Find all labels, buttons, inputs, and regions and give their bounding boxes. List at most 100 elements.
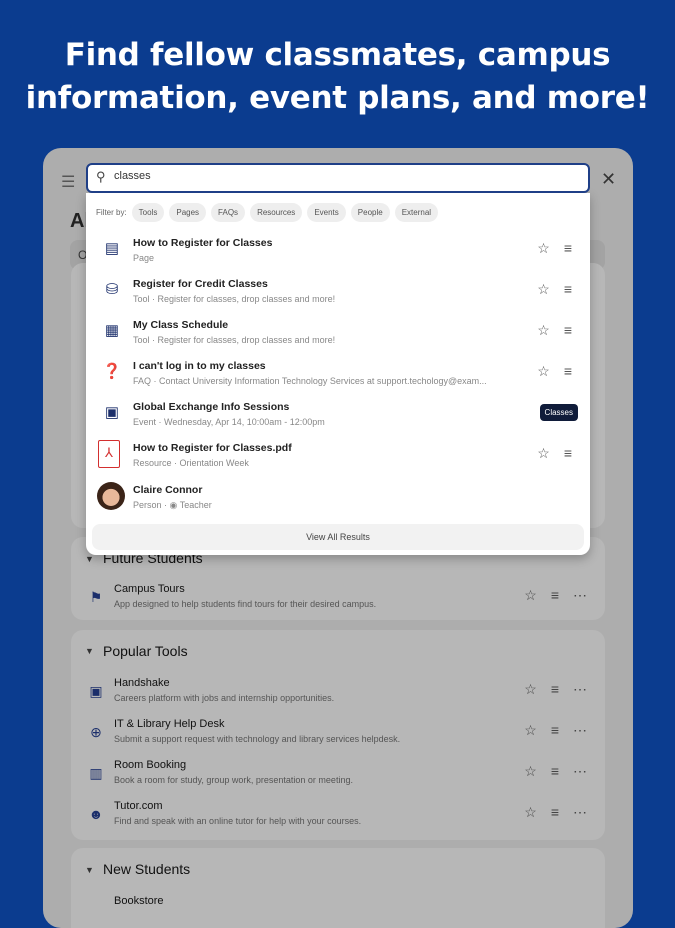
pdf-icon: ⅄ — [98, 440, 120, 468]
more-icon[interactable]: ⋯ — [573, 587, 587, 604]
caret-icon[interactable]: ▼ — [85, 554, 94, 564]
avatar — [97, 482, 125, 510]
item-title: Campus Tours — [114, 583, 185, 595]
search-result[interactable]: ❓ I can't log in to my classes FAQ · Conta… — [86, 352, 590, 393]
result-title: My Class Schedule — [133, 319, 229, 331]
list-item[interactable]: Bookstore — [71, 893, 605, 928]
list-item[interactable]: ⚑ Campus Tours App designed to help stud… — [71, 581, 605, 621]
section-title: New Students — [103, 861, 191, 877]
caret-icon[interactable]: ▼ — [85, 646, 94, 656]
star-icon[interactable]: ☆ — [524, 763, 537, 780]
filter-chip-people[interactable]: People — [350, 203, 390, 222]
result-title: I can't log in to my classes — [133, 360, 266, 372]
item-title: Tutor.com — [114, 800, 163, 812]
result-title: How to Register for Classes.pdf — [133, 442, 292, 454]
list-item[interactable]: ▥ Room Booking Book a room for study, grou… — [71, 757, 605, 797]
list-item[interactable]: ⊕ IT & Library Help Desk Submit a support … — [71, 716, 605, 756]
filter-chip-resources[interactable]: Resources — [250, 203, 303, 222]
star-icon[interactable]: ☆ — [537, 445, 550, 462]
star-icon[interactable]: ☆ — [524, 587, 537, 604]
section-popular-tools: ▼ Popular Tools ▣ Handshake Careers platfo… — [71, 630, 605, 840]
caret-icon[interactable]: ▼ — [85, 865, 94, 875]
add-to-list-icon[interactable]: ≡ — [551, 722, 559, 739]
more-icon[interactable]: ⋯ — [573, 681, 587, 698]
item-desc: Book a room for study, group work, prese… — [114, 775, 353, 785]
signpost-icon: ⚑ — [89, 589, 103, 605]
view-all-results-button[interactable]: View All Results — [92, 524, 584, 550]
star-icon[interactable]: ☆ — [537, 363, 550, 380]
add-to-list-icon[interactable]: ≡ — [551, 681, 559, 698]
search-result[interactable]: ▣ Global Exchange Info Sessions Event · We… — [86, 393, 590, 434]
list-item[interactable]: ☻ Tutor.com Find and speak with an online … — [71, 798, 605, 838]
result-subtitle: Tool · Register for classes, drop classe… — [133, 294, 336, 304]
add-to-list-icon[interactable]: ≡ — [564, 240, 572, 257]
search-result[interactable]: ▤ How to Register for Classes Page ☆ ≡ — [86, 229, 590, 270]
add-to-list-icon[interactable]: ≡ — [551, 763, 559, 780]
item-desc: Careers platform with jobs and internshi… — [114, 693, 335, 703]
star-icon[interactable]: ☆ — [524, 722, 537, 739]
briefcase-icon: ▣ — [89, 683, 103, 699]
search-input[interactable] — [114, 170, 554, 182]
add-to-list-icon[interactable]: ≡ — [564, 322, 572, 339]
star-icon[interactable]: ☆ — [537, 322, 550, 339]
star-icon[interactable]: ☆ — [537, 281, 550, 298]
filter-chip-events[interactable]: Events — [307, 203, 346, 222]
more-icon[interactable]: ⋯ — [573, 804, 587, 821]
headline: Find fellow classmates, campus informati… — [0, 34, 675, 120]
more-icon[interactable]: ⋯ — [573, 722, 587, 739]
search-result[interactable]: ▦ My Class Schedule Tool · Register for cl… — [86, 311, 590, 352]
result-title: How to Register for Classes — [133, 237, 273, 249]
item-title: Room Booking — [114, 759, 187, 771]
search-icon: ⚲ — [96, 169, 106, 184]
search-result[interactable]: ⅄ How to Register for Classes.pdf Resource… — [86, 434, 590, 475]
add-to-list-icon[interactable]: ≡ — [564, 281, 572, 298]
result-subtitle: Resource · Orientation Week — [133, 458, 249, 468]
section-new-students: ▼ New Students Bookstore — [71, 848, 605, 928]
filter-chip-pages[interactable]: Pages — [169, 203, 207, 222]
item-desc: Find and speak with an online tutor for … — [114, 816, 362, 826]
item-desc: App designed to help students find tours… — [114, 599, 377, 609]
help-icon: ❓ — [102, 363, 122, 380]
section-title: Popular Tools — [103, 643, 188, 659]
result-title: Global Exchange Info Sessions — [133, 401, 290, 413]
item-desc: Submit a support request with technology… — [114, 734, 401, 744]
page-icon: ▤ — [104, 240, 120, 257]
menu-icon[interactable]: ☰ — [61, 172, 75, 192]
headline-line: information, event plans, and more! — [25, 80, 650, 116]
add-to-list-icon[interactable]: ≡ — [551, 587, 559, 604]
add-to-list-icon[interactable]: ≡ — [551, 804, 559, 821]
item-title: IT & Library Help Desk — [114, 718, 225, 730]
star-icon[interactable]: ☆ — [524, 681, 537, 698]
calendar-icon: ▦ — [104, 322, 120, 339]
lifebuoy-icon: ⊕ — [90, 724, 102, 740]
search-result[interactable]: ⛁ Register for Credit Classes Tool · Regis… — [86, 270, 590, 311]
building-icon: ▥ — [89, 765, 103, 781]
filter-chip-external[interactable]: External — [394, 203, 439, 222]
add-to-list-icon[interactable]: ≡ — [564, 363, 572, 380]
search-field[interactable]: ⚲ — [86, 163, 590, 193]
list-item[interactable]: ▣ Handshake Careers platform with jobs and… — [71, 675, 605, 715]
tutor-icon: ☻ — [88, 806, 104, 822]
result-title: Register for Credit Classes — [133, 278, 268, 290]
filter-bar: Filter by: Tools Pages FAQs Resources Ev… — [96, 203, 439, 222]
filter-chip-tools[interactable]: Tools — [131, 203, 165, 222]
close-icon[interactable]: ✕ — [601, 169, 616, 190]
event-icon: ▣ — [104, 404, 120, 421]
result-subtitle: Person · ◉ Teacher — [133, 500, 212, 510]
search-result[interactable]: Claire Connor Person · ◉ Teacher — [86, 478, 590, 519]
result-subtitle: Tool · Register for classes, drop classe… — [133, 335, 336, 345]
item-title: Handshake — [114, 677, 170, 689]
filter-chip-faqs[interactable]: FAQs — [211, 203, 246, 222]
more-icon[interactable]: ⋯ — [573, 763, 587, 780]
tooltip: Classes — [539, 404, 578, 421]
headline-line: Find fellow classmates, campus — [64, 37, 611, 73]
result-subtitle: Event · Wednesday, Apr 14, 10:00am - 12:… — [133, 417, 325, 427]
result-subtitle: Page — [133, 253, 155, 263]
add-to-list-icon[interactable]: ≡ — [564, 445, 572, 462]
star-icon[interactable]: ☆ — [524, 804, 537, 821]
result-title: Claire Connor — [133, 484, 203, 496]
result-subtitle: FAQ · Contact University Information Tec… — [133, 376, 487, 386]
item-title: Bookstore — [114, 895, 164, 907]
filter-label: Filter by: — [96, 208, 127, 217]
star-icon[interactable]: ☆ — [537, 240, 550, 257]
